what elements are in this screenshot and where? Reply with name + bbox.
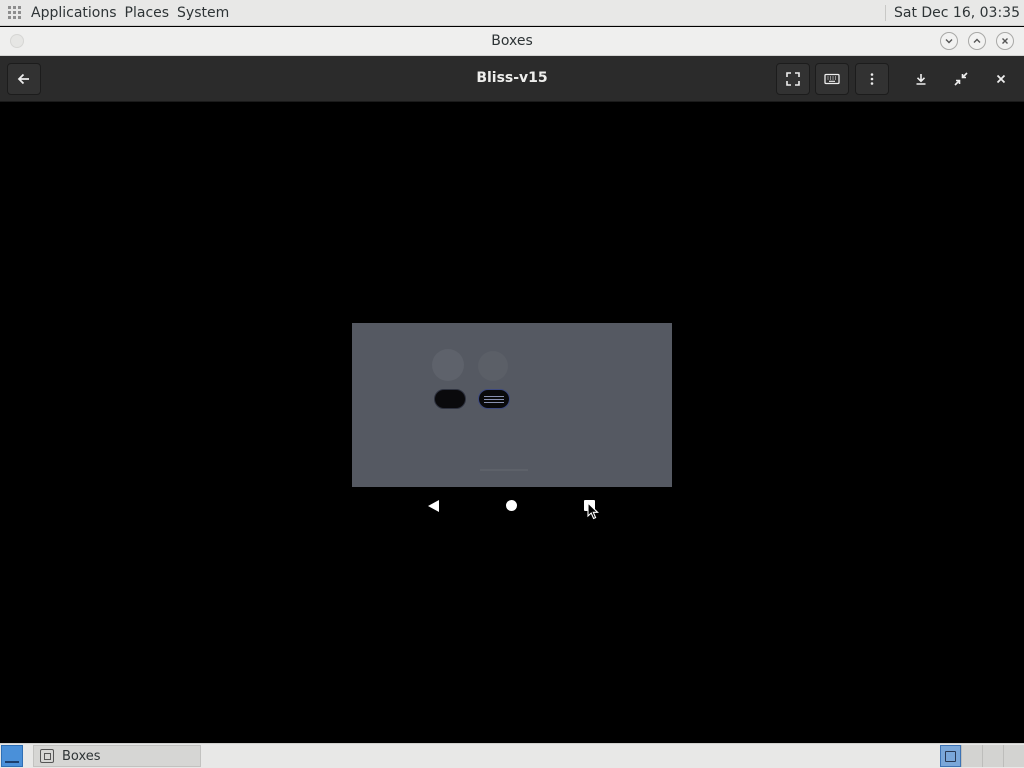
workspace-3[interactable] (982, 745, 1003, 767)
window-controls (940, 32, 1014, 50)
download-button[interactable] (904, 63, 938, 95)
window-menu-button[interactable] (10, 34, 24, 48)
app-pill[interactable] (434, 389, 466, 409)
close-x-icon (1002, 38, 1008, 44)
window-close-button[interactable] (996, 32, 1014, 50)
blurred-app-icon (432, 349, 464, 381)
keyboard-icon (824, 73, 840, 85)
mouse-cursor-icon (587, 502, 599, 520)
android-nav-bar (352, 495, 672, 520)
desktop-icon (5, 761, 19, 763)
menu-applications[interactable]: Applications (31, 5, 117, 21)
show-desktop-button[interactable] (1, 745, 23, 767)
close-icon (996, 74, 1006, 84)
clock-separator (884, 4, 886, 21)
workspace-1[interactable] (940, 745, 961, 767)
keyboard-button[interactable] (815, 63, 849, 95)
workspace-switcher (940, 745, 1024, 767)
unfullscreen-button[interactable] (944, 63, 978, 95)
blurred-app-icon (478, 351, 508, 381)
apps-grid-icon[interactable] (8, 5, 22, 20)
shrink-icon (954, 72, 968, 86)
vm-screen[interactable] (352, 323, 672, 487)
nav-back-icon[interactable] (428, 500, 439, 512)
faint-divider (480, 469, 528, 471)
headerbar: Bliss-v15 (0, 56, 1024, 102)
close-button[interactable] (984, 63, 1018, 95)
clock[interactable]: Sat Dec 16, 03:35 (894, 5, 1020, 21)
download-icon (916, 74, 926, 85)
chevron-down-icon (945, 39, 953, 44)
window-title: Boxes (491, 33, 533, 49)
nav-home-icon[interactable] (506, 500, 517, 511)
boxes-app-icon (40, 749, 54, 763)
vm-display[interactable] (0, 102, 1024, 743)
top-panel: Applications Places System Sat Dec 16, 0… (0, 0, 1024, 26)
workspace-2[interactable] (961, 745, 982, 767)
options-menu-button[interactable] (855, 63, 889, 95)
taskbar-window-label: Boxes (62, 748, 101, 764)
app-pill[interactable] (478, 389, 510, 409)
kebab-menu-icon (870, 73, 874, 85)
taskbar-window-button[interactable]: Boxes (33, 745, 201, 767)
maximize-button[interactable] (968, 32, 986, 50)
window-titlebar[interactable]: Boxes (0, 27, 1024, 56)
workspace-4[interactable] (1003, 745, 1024, 767)
fullscreen-icon (786, 72, 800, 86)
menu-system[interactable]: System (177, 5, 229, 21)
menu-places[interactable]: Places (125, 5, 170, 21)
fullscreen-button[interactable] (776, 63, 810, 95)
window-thumbnail-icon (945, 750, 956, 762)
bottom-panel: Boxes (0, 743, 1024, 768)
minimize-button[interactable] (940, 32, 958, 50)
chevron-up-icon (973, 38, 981, 43)
